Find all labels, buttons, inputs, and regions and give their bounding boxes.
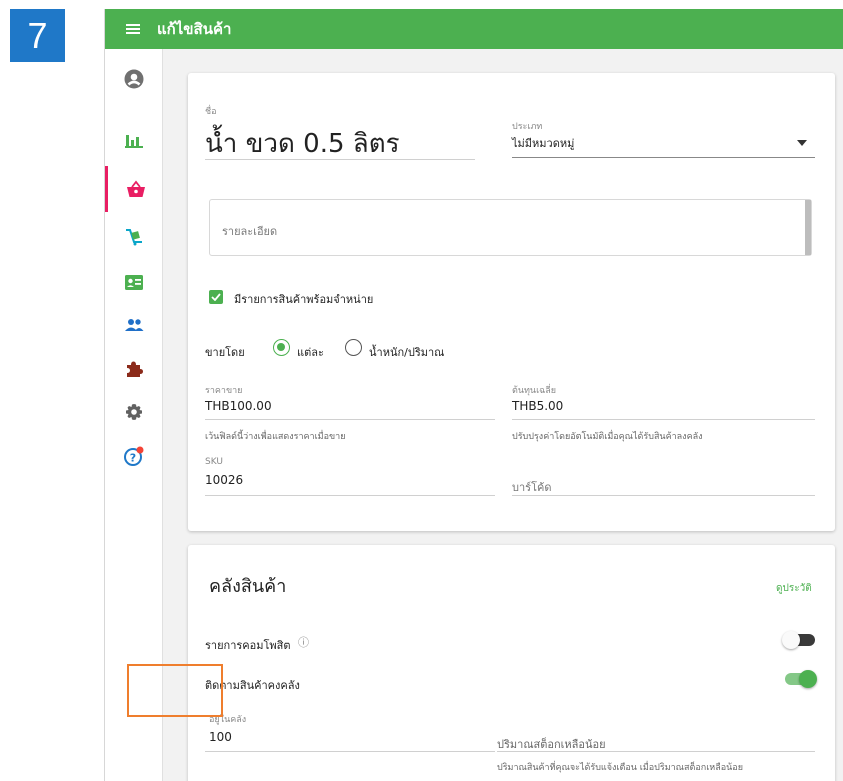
help-icon: ? — [124, 446, 144, 466]
available-for-sale-label: มีรายการสินค้าพร้อมจำหน่าย — [234, 293, 374, 306]
sidebar-item-products[interactable] — [105, 166, 163, 212]
available-for-sale-checkbox[interactable] — [209, 290, 223, 304]
category-label: ประเภท — [512, 122, 543, 132]
info-icon[interactable]: ⓘ — [298, 634, 309, 650]
price-label: ราคาขาย — [205, 386, 243, 396]
products-icon — [126, 180, 145, 197]
top-app-bar: แก้ไขสินค้า — [105, 9, 843, 49]
step-number-badge: 7 — [10, 9, 65, 62]
description-textarea[interactable]: รายละเอียด — [209, 199, 812, 256]
description-scrollbar[interactable] — [805, 200, 811, 255]
inventory-card: คลังสินค้า ดูประวัติ รายการคอมโพสิต ⓘ ติ… — [188, 545, 835, 781]
chevron-down-icon[interactable] — [797, 140, 807, 146]
svg-text:?: ? — [130, 452, 136, 465]
description-placeholder: รายละเอียด — [222, 225, 278, 238]
price-help: เว้นฟิลด์นี้ว่างเพื่อแสดงราคาเมื่อขาย — [205, 432, 346, 442]
in-stock-underline — [205, 751, 495, 752]
checkmark-icon — [211, 293, 221, 301]
sidebar-item-help[interactable]: ? — [105, 433, 163, 479]
sku-input[interactable]: 10026 — [205, 473, 243, 487]
low-stock-underline — [497, 751, 815, 752]
main-content: ชื่อ น้ำ ขวด 0.5 ลิตร ประเภท ไม่มีหมวดหม… — [163, 49, 843, 781]
sidebar-item-account[interactable] — [105, 56, 163, 102]
employees-icon — [125, 274, 143, 290]
sidebar-item-inventory[interactable] — [105, 214, 163, 260]
reports-icon — [125, 135, 143, 148]
category-select[interactable]: ไม่มีหมวดหมู่ — [512, 134, 574, 152]
sold-by-weight-label: น้ำหนัก/ปริมาณ — [369, 346, 445, 359]
inventory-title: คลังสินค้า — [209, 576, 287, 597]
sku-label: SKU — [205, 457, 223, 467]
customers-icon — [125, 319, 144, 331]
settings-icon — [126, 404, 142, 420]
sidebar-item-employees[interactable] — [105, 259, 163, 305]
low-stock-help: ปริมาณสินค้าที่คุณจะได้รับแจ้งเตือน เมื่… — [497, 763, 743, 773]
composite-item-toggle[interactable] — [782, 631, 815, 649]
sold-by-weight-radio[interactable] — [345, 339, 362, 356]
sold-by-each-label: แต่ละ — [297, 346, 324, 359]
sidebar-item-customers[interactable] — [105, 302, 163, 348]
composite-item-label: รายการคอมโพสิต — [205, 639, 291, 652]
in-stock-input[interactable]: 100 — [209, 730, 232, 744]
category-underline — [512, 157, 815, 158]
cost-label: ต้นทุนเฉลี่ย — [512, 386, 557, 396]
track-stock-toggle[interactable] — [785, 670, 817, 688]
account-icon — [124, 69, 144, 89]
sold-by-each-radio[interactable] — [273, 339, 290, 356]
in-stock-highlight-box — [127, 664, 223, 717]
menu-icon[interactable] — [117, 9, 149, 49]
cost-underline — [512, 419, 815, 420]
sidebar-item-integrations[interactable] — [105, 346, 163, 392]
name-underline — [205, 159, 475, 160]
name-label: ชื่อ — [205, 107, 217, 117]
sold-by-label: ขายโดย — [205, 346, 245, 359]
sidebar-item-reports[interactable] — [105, 117, 163, 163]
view-history-link[interactable]: ดูประวัติ — [776, 581, 812, 596]
sku-underline — [205, 495, 495, 496]
cost-help: ปรับปรุงค่าโดยอัตโนมัติเมื่อคุณได้รับสิน… — [512, 432, 703, 442]
price-input[interactable]: THB100.00 — [205, 399, 272, 413]
item-details-card: ชื่อ น้ำ ขวด 0.5 ลิตร ประเภท ไม่มีหมวดหม… — [188, 73, 835, 531]
integrations-icon — [127, 361, 143, 377]
app-window: แก้ไขสินค้า ? ชื่อ น้ำ ขวด 0.5 ลิตร ประเ… — [104, 9, 843, 781]
barcode-input[interactable]: บาร์โค้ด — [512, 478, 551, 496]
sidebar-item-settings[interactable] — [105, 389, 163, 435]
page-title: แก้ไขสินค้า — [157, 20, 232, 38]
barcode-underline — [512, 495, 815, 496]
cost-input[interactable]: THB5.00 — [512, 399, 563, 413]
inventory-icon — [126, 229, 142, 246]
price-underline — [205, 419, 495, 420]
item-name-input[interactable]: น้ำ ขวด 0.5 ลิตร — [205, 123, 400, 164]
